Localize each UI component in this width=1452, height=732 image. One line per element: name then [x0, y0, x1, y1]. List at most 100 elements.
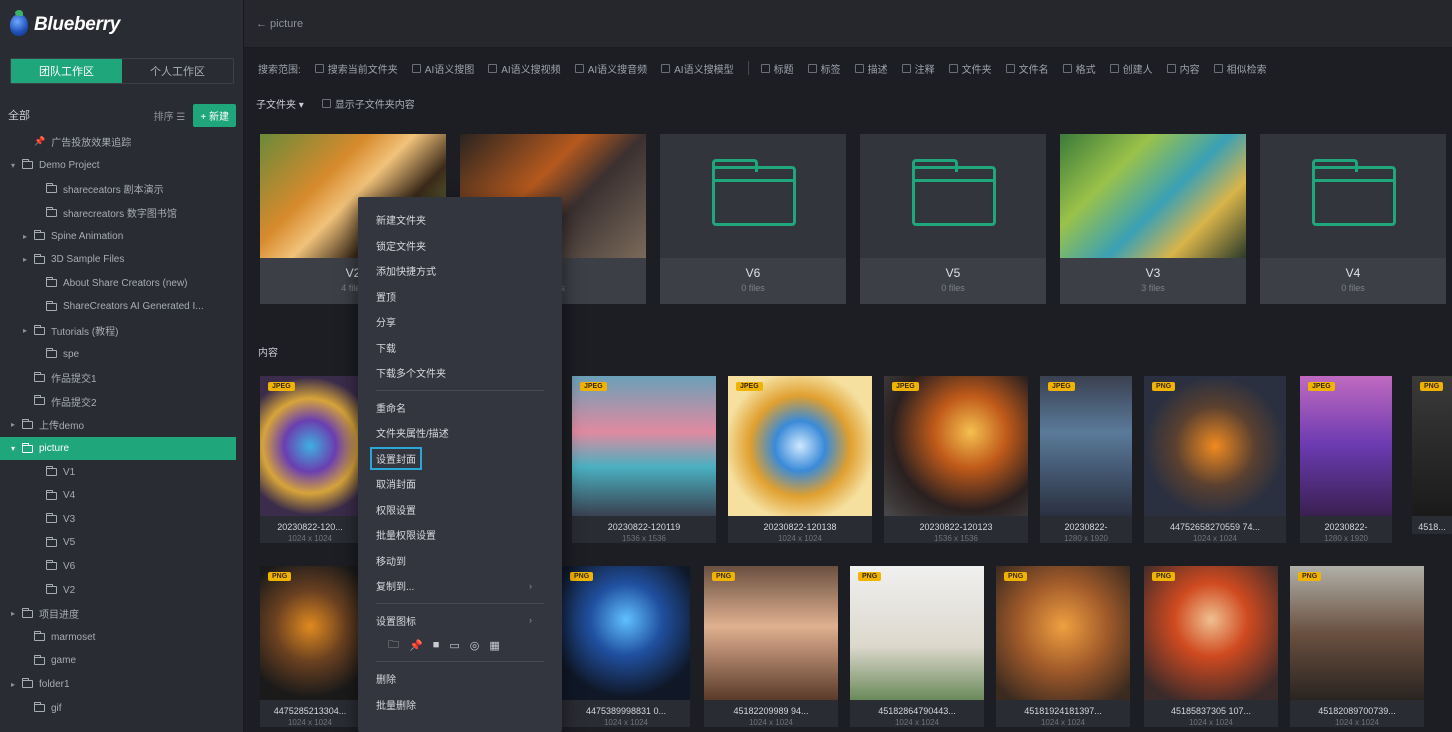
tree-item[interactable]: V1 — [0, 460, 244, 484]
search-scope-option[interactable]: AI语义搜音频 — [574, 61, 647, 76]
folder-card[interactable]: V6 0 files — [660, 134, 846, 304]
context-menu-item[interactable]: 分享 — [358, 309, 562, 335]
context-menu-item[interactable]: 下载 — [358, 335, 562, 361]
search-scope-option[interactable]: 文件夹 — [948, 61, 992, 76]
set-icon-menu-item[interactable]: 设置图标 › — [358, 608, 562, 634]
tree-item[interactable]: sharecreators 数字图书馆 — [0, 201, 244, 225]
new-button[interactable]: + 新建 — [193, 103, 236, 127]
chevron-right-icon[interactable]: ▸ — [20, 232, 30, 241]
tree-item[interactable]: ▸ 上传demo — [0, 413, 244, 437]
image-card[interactable]: JPEG 20230822-120138 1024 x 1024 — [728, 376, 872, 543]
tree-item[interactable]: 📌 广告投放效果追踪 — [0, 130, 244, 154]
image-card[interactable]: PNG 45181924181397... 1024 x 1024 — [996, 566, 1130, 727]
stack-icon[interactable]: ■ — [433, 639, 440, 651]
pin-icon[interactable]: 📌 — [409, 639, 423, 652]
tree-item[interactable]: About Share Creators (new) — [0, 272, 244, 296]
image-card[interactable]: PNG 4475389998831 0... 1024 x 1024 — [562, 566, 690, 727]
context-menu-item[interactable]: 取消封面 — [358, 471, 562, 497]
image-card[interactable]: PNG 45182209989 94... 1024 x 1024 — [704, 566, 838, 727]
tree-all-label[interactable]: 全部 — [8, 107, 30, 123]
folder-card[interactable]: V4 0 files — [1260, 134, 1446, 304]
chevron-right-icon[interactable]: ▸ — [8, 609, 18, 618]
search-scope-option[interactable]: 标签 — [807, 61, 841, 76]
tree-item[interactable]: V6 — [0, 555, 244, 579]
context-menu-item[interactable]: 文件夹属性/描述 — [358, 420, 562, 446]
image-card[interactable]: JPEG 20230822-120123 1536 x 1536 — [884, 376, 1028, 543]
frame-icon[interactable]: ▭ — [449, 639, 459, 652]
tree-item[interactable]: ShareCreators AI Generated I... — [0, 295, 244, 319]
tree-item[interactable]: gif — [0, 696, 244, 720]
context-menu-item[interactable]: 添加快捷方式 — [358, 258, 562, 284]
tree-item[interactable]: ▸ 3D Sample Files — [0, 248, 244, 272]
image-card[interactable]: PNG 45182089700739... 1024 x 1024 — [1290, 566, 1424, 727]
image-card[interactable]: JPEG 20230822-120... 1024 x 1024 — [260, 376, 360, 543]
subfolder-dropdown[interactable]: 子文件夹 ▾ — [256, 96, 304, 111]
chevron-right-icon[interactable]: ▸ — [8, 680, 18, 689]
show-subfolder-checkbox[interactable]: 显示子文件夹内容 — [321, 96, 415, 111]
chevron-right-icon[interactable]: ▸ — [8, 420, 18, 429]
search-scope-option[interactable]: 搜索当前文件夹 — [314, 61, 398, 76]
context-menu-item[interactable]: 删除 — [358, 666, 562, 692]
calendar-icon[interactable]: ▦ — [489, 639, 499, 652]
image-card[interactable]: JPEG 20230822- 1280 x 1920 — [1040, 376, 1132, 543]
search-scope-option[interactable]: 格式 — [1062, 61, 1096, 76]
chevron-down-icon[interactable]: ▾ — [8, 444, 18, 453]
tree-item[interactable]: ▾ Demo Project — [0, 154, 244, 178]
folder-card[interactable]: V3 3 files — [1060, 134, 1246, 304]
context-menu-item[interactable]: 新建文件夹 — [358, 207, 562, 233]
tree-item[interactable]: 作品提交2 — [0, 390, 244, 414]
search-scope-option[interactable]: 注释 — [901, 61, 935, 76]
tree-item[interactable]: shareceators 剧本演示 — [0, 177, 244, 201]
tree-item[interactable]: marmoset — [0, 625, 244, 649]
image-card[interactable]: PNG 45182864790443... 1024 x 1024 — [850, 566, 984, 727]
chevron-right-icon[interactable]: ▸ — [20, 326, 30, 335]
tree-item[interactable]: spe — [0, 342, 244, 366]
chevron-down-icon[interactable]: ▾ — [8, 161, 18, 170]
search-scope-option[interactable]: 标题 — [760, 61, 794, 76]
tree-item[interactable]: V4 — [0, 484, 244, 508]
context-menu-item[interactable]: 复制到... › — [358, 573, 562, 599]
tab-personal-workspace[interactable]: 个人工作区 — [122, 59, 233, 83]
image-card[interactable]: PNG 4475285213304... 1024 x 1024 — [260, 566, 360, 727]
folder-card[interactable]: V5 0 files — [860, 134, 1046, 304]
app-logo[interactable]: Blueberry — [10, 10, 120, 36]
tree-item[interactable]: V3 — [0, 508, 244, 532]
context-menu-item[interactable]: 锁定文件夹 — [358, 233, 562, 259]
tab-team-workspace[interactable]: 团队工作区 — [11, 59, 122, 83]
image-card[interactable]: PNG 44752658270559 74... 1024 x 1024 — [1144, 376, 1286, 543]
tree-item[interactable]: ▾ picture — [0, 436, 236, 461]
tree-item[interactable]: 作品提交1 — [0, 366, 244, 390]
search-scope-option[interactable]: AI语义搜视频 — [488, 61, 561, 76]
search-scope-option[interactable]: 内容 — [1166, 61, 1200, 76]
image-card[interactable]: PNG 4518... — [1412, 376, 1452, 534]
tree-item[interactable]: ▸ folder1 — [0, 673, 244, 697]
search-scope-option[interactable]: AI语义搜模型 — [661, 61, 734, 76]
chevron-right-icon[interactable]: ▸ — [20, 255, 30, 264]
tree-item[interactable]: ▸ 项目进度 — [0, 602, 244, 626]
search-scope-option[interactable]: 相似检索 — [1213, 61, 1267, 76]
folder-icon[interactable]: 🗀 — [388, 636, 399, 655]
tree-item[interactable]: game — [0, 649, 244, 673]
context-menu-item[interactable]: 批量删除 — [358, 692, 562, 718]
context-menu-item[interactable]: 权限设置 — [358, 497, 562, 523]
context-menu-item[interactable]: 置顶 — [358, 284, 562, 310]
tree-item[interactable]: V5 — [0, 531, 244, 555]
search-scope-option[interactable]: 创建人 — [1109, 61, 1153, 76]
tree-item[interactable]: ▸ Tutorials (教程) — [0, 319, 244, 343]
context-menu-item[interactable]: 移动到 — [358, 548, 562, 574]
context-menu-item[interactable]: 重命名 — [358, 395, 562, 421]
tree-item[interactable]: V2 — [0, 578, 244, 602]
back-breadcrumb[interactable]: ← picture — [256, 18, 303, 30]
sort-button[interactable]: 排序 ☰ — [154, 108, 186, 123]
context-menu-item[interactable]: 设置封面 — [358, 446, 562, 472]
context-menu-item[interactable]: 批量权限设置 — [358, 522, 562, 548]
image-card[interactable]: JPEG 20230822- 1280 x 1920 — [1300, 376, 1392, 543]
search-scope-option[interactable]: AI语义搜图 — [411, 61, 474, 76]
search-scope-option[interactable]: 文件名 — [1005, 61, 1049, 76]
globe-icon[interactable]: ◎ — [470, 639, 480, 652]
image-card[interactable]: PNG 45185837305 107... 1024 x 1024 — [1144, 566, 1278, 727]
image-card[interactable]: JPEG 20230822-120119 1536 x 1536 — [572, 376, 716, 543]
context-menu-item[interactable]: 下载多个文件夹 — [358, 360, 562, 386]
search-scope-option[interactable]: 描述 — [854, 61, 888, 76]
tree-item[interactable]: ▸ Spine Animation — [0, 224, 244, 248]
